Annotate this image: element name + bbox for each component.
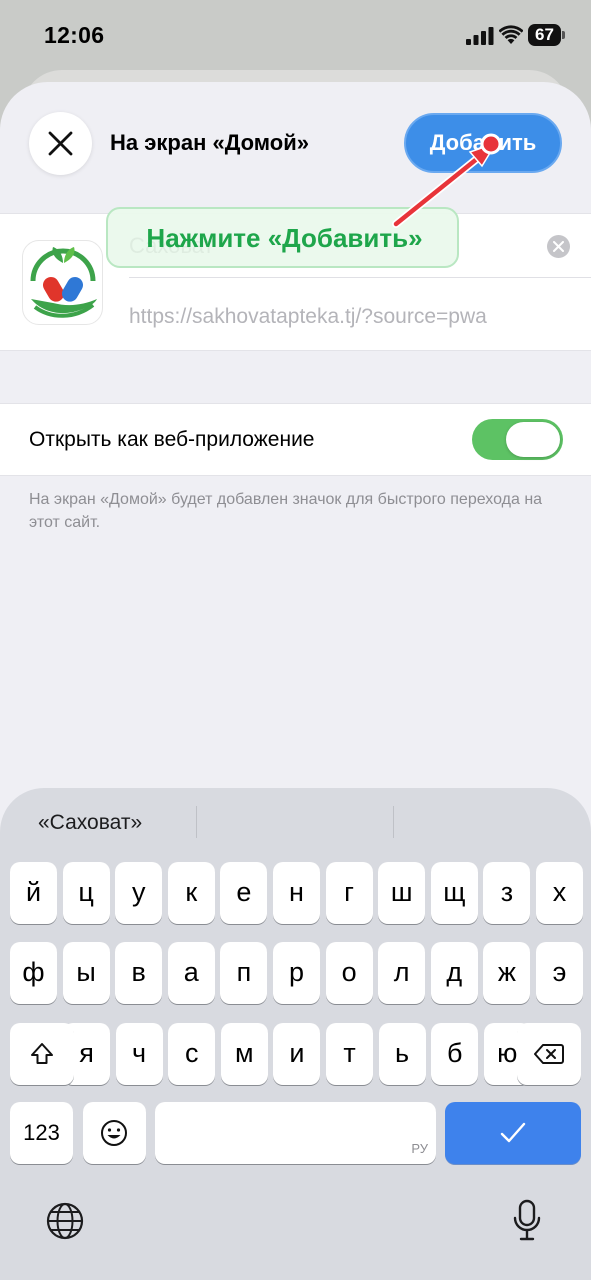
status-time: 12:06	[44, 22, 105, 48]
suggestion-item[interactable]: «Саховат»	[38, 811, 142, 835]
key-letter[interactable]: и	[273, 1023, 321, 1085]
callout-text: Нажмите «Добавить»	[146, 223, 423, 253]
app-logo-icon	[22, 240, 103, 325]
key-letter[interactable]: с	[168, 1023, 216, 1085]
emoji-icon	[101, 1120, 127, 1146]
cellular-signal-icon	[466, 27, 494, 45]
key-letter[interactable]: ы	[62, 942, 110, 1004]
key-letter[interactable]: з	[483, 862, 531, 924]
key-letter[interactable]: ь	[378, 1023, 426, 1085]
keyboard-language: РУ	[411, 1141, 428, 1156]
done-key[interactable]	[445, 1102, 581, 1164]
key-letter[interactable]: а	[167, 942, 215, 1004]
footnote-text: На экран «Домой» будет добавлен значок д…	[29, 491, 543, 531]
suggestion-divider	[393, 806, 394, 838]
key-letter[interactable]: щ	[430, 862, 478, 924]
key-letter[interactable]: ц	[62, 862, 110, 924]
key-letter[interactable]: г	[325, 862, 373, 924]
toggle-knob	[506, 422, 560, 457]
key-letter[interactable]: ч	[115, 1023, 163, 1085]
wifi-icon	[499, 25, 523, 44]
close-icon	[48, 131, 73, 156]
key-letter[interactable]: ш	[378, 862, 426, 924]
instruction-callout: Нажмите «Добавить»	[106, 207, 459, 268]
key-letter[interactable]: ж	[483, 942, 531, 1004]
web-app-toggle[interactable]	[472, 419, 563, 460]
key-letter[interactable]: к	[167, 862, 215, 924]
globe-icon[interactable]	[45, 1201, 85, 1241]
key-letter[interactable]: р	[273, 942, 320, 1004]
key-letter[interactable]: э	[536, 942, 583, 1004]
key-letter[interactable]: у	[115, 862, 163, 924]
add-button[interactable]: Добавить	[404, 113, 562, 173]
key-letter[interactable]: н	[273, 862, 320, 924]
emoji-key[interactable]	[83, 1102, 146, 1164]
divider	[129, 277, 591, 278]
key-letter[interactable]: л	[378, 942, 426, 1004]
key-letter[interactable]: ф	[10, 942, 57, 1004]
key-letter[interactable]: х	[536, 862, 583, 924]
key-letter[interactable]: о	[325, 942, 373, 1004]
key-letter[interactable]: в	[115, 942, 163, 1004]
status-bar: 12:06 67	[0, 0, 591, 72]
key-letter[interactable]: т	[326, 1023, 373, 1085]
suggestion-divider	[196, 806, 197, 838]
numbers-key[interactable]: 123	[10, 1102, 73, 1164]
clear-icon	[553, 241, 564, 252]
battery-icon: 67	[528, 24, 566, 46]
sheet-title: На экран «Домой»	[110, 130, 309, 155]
key-letter[interactable]: м	[220, 1023, 268, 1085]
shift-icon	[31, 1043, 53, 1064]
clear-text-button[interactable]	[547, 235, 570, 258]
key-letter[interactable]: е	[220, 862, 268, 924]
site-url: https://sakhovatapteka.tj/?source=pwa	[129, 305, 487, 328]
key-letter[interactable]: б	[431, 1023, 479, 1085]
key-letter[interactable]: д	[430, 942, 478, 1004]
shift-key[interactable]	[10, 1023, 74, 1085]
microphone-icon[interactable]	[512, 1199, 542, 1243]
battery-level: 67	[535, 25, 554, 44]
key-letter[interactable]: й	[10, 862, 57, 924]
backspace-icon	[534, 1044, 564, 1064]
key-letter[interactable]: п	[220, 942, 268, 1004]
checkmark-icon	[500, 1122, 526, 1143]
close-button[interactable]	[29, 112, 92, 175]
space-key[interactable]: РУ	[155, 1102, 436, 1164]
delete-key[interactable]	[517, 1023, 581, 1085]
web-app-label: Открыть как веб-приложение	[29, 428, 315, 451]
